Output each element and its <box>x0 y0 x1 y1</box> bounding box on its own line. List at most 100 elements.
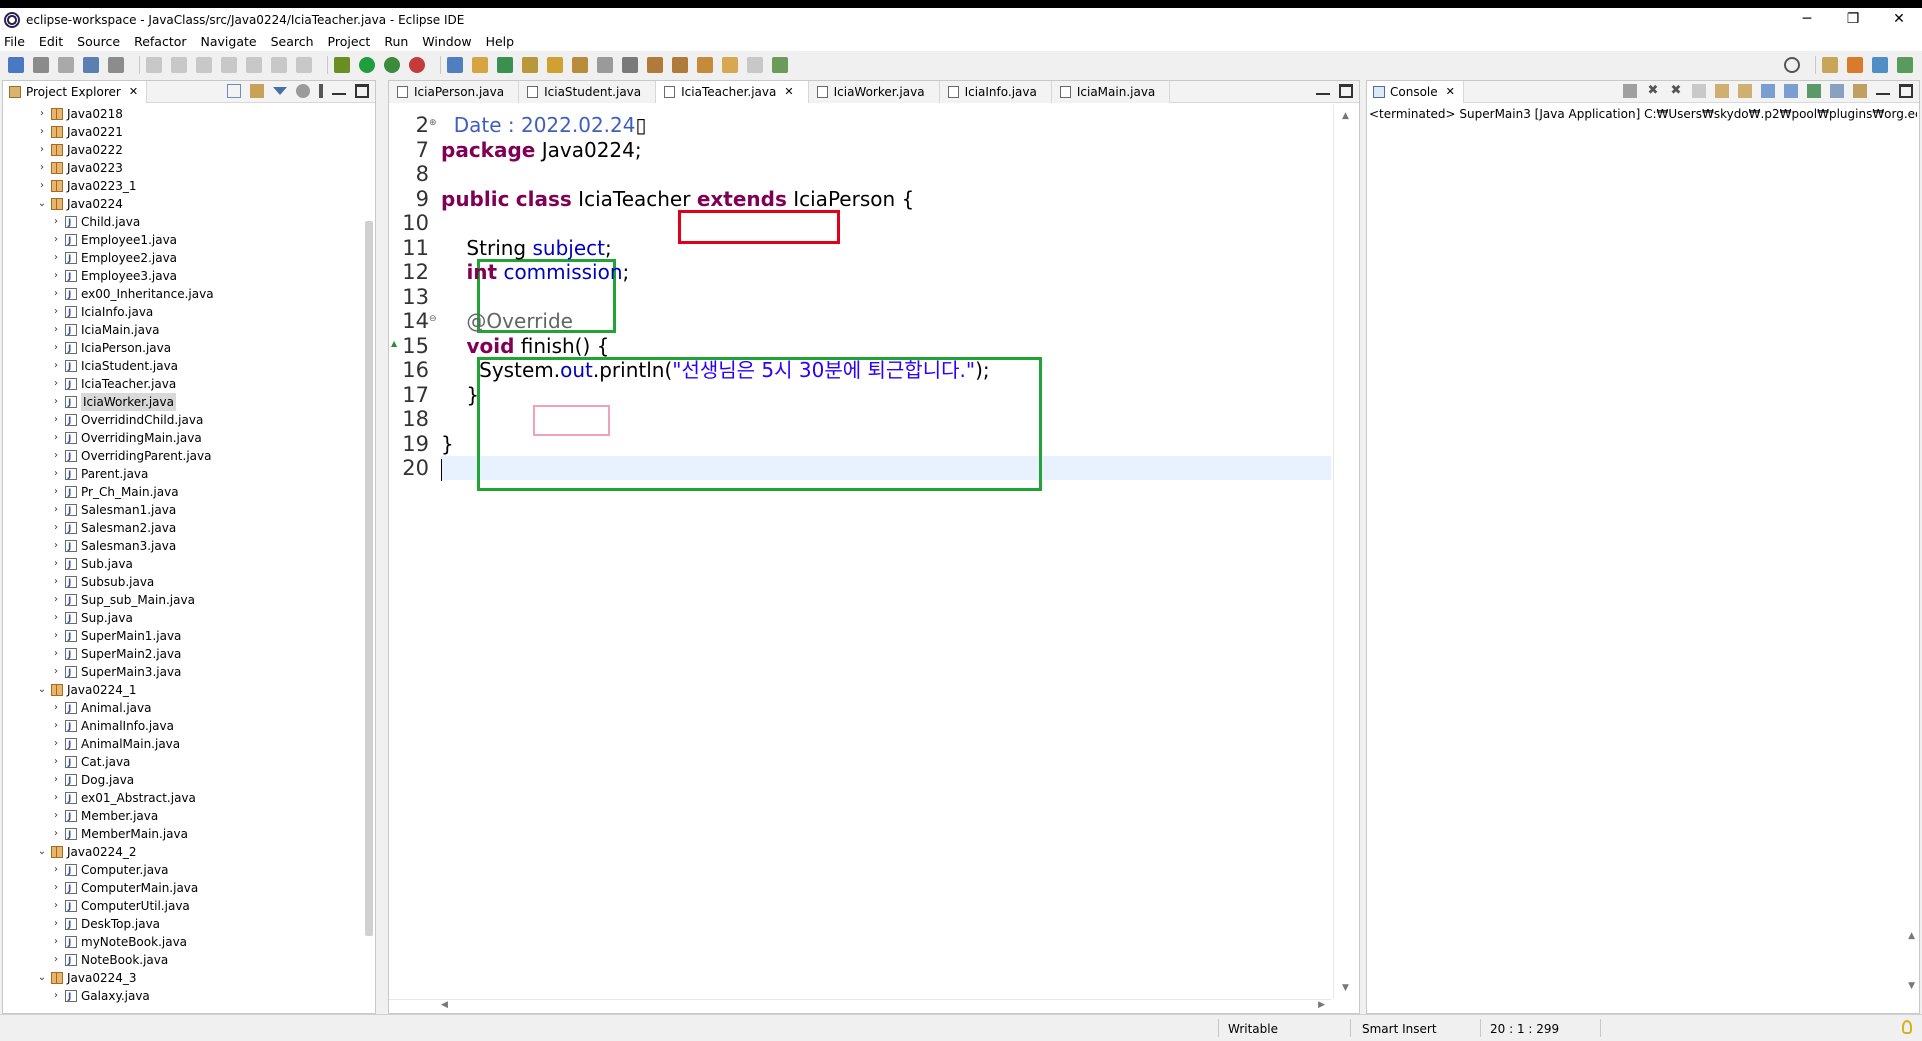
editor-tab[interactable]: IciaPerson.java <box>389 80 520 103</box>
tab-project-explorer[interactable]: Project Explorer ✕ <box>3 80 148 103</box>
chevron-right-icon[interactable]: › <box>51 771 61 789</box>
chevron-right-icon[interactable]: › <box>51 303 61 321</box>
menu-window[interactable]: Window <box>422 34 471 49</box>
show-on-output-icon[interactable] <box>1761 84 1775 98</box>
chevron-right-icon[interactable]: › <box>51 915 61 933</box>
chevron-right-icon[interactable]: › <box>51 231 61 249</box>
chevron-right-icon[interactable]: › <box>51 627 61 645</box>
pin-console-icon[interactable] <box>1807 84 1821 98</box>
expand-fold-icon[interactable]: ⊕ <box>429 109 437 137</box>
editor-tab[interactable]: IciaInfo.java <box>939 80 1052 103</box>
tree-file-item[interactable]: › Cat.java <box>3 753 361 772</box>
minimize-button[interactable]: ─ <box>1784 8 1830 31</box>
terminal-icon[interactable] <box>83 57 99 73</box>
tree-file-item[interactable]: › OverridingParent.java <box>3 447 361 466</box>
external-tools-icon[interactable] <box>409 57 425 73</box>
chevron-right-icon[interactable]: › <box>51 645 61 663</box>
tree-file-item[interactable]: › Employee1.java <box>3 231 361 250</box>
menu-help[interactable]: Help <box>486 34 515 49</box>
chevron-right-icon[interactable]: › <box>51 285 61 303</box>
toggle-mark-occurrences-icon[interactable] <box>572 57 588 73</box>
new-java-project-icon[interactable] <box>447 57 463 73</box>
editor-tab[interactable]: IciaTeacher.java ✕ <box>656 80 809 103</box>
chevron-right-icon[interactable]: › <box>51 267 61 285</box>
chevron-right-icon[interactable]: › <box>51 483 61 501</box>
tree-file-item[interactable]: › ComputerUtil.java <box>3 897 361 916</box>
chevron-right-icon[interactable]: › <box>51 825 61 843</box>
tree-file-item[interactable]: › Employee2.java <box>3 249 361 268</box>
tree-file-item[interactable]: › myNoteBook.java <box>3 933 361 952</box>
tree-package-item[interactable]: ⌄ Java0224 <box>3 195 361 213</box>
back-icon[interactable] <box>722 57 738 73</box>
tree-file-item[interactable]: › DeskTop.java <box>3 915 361 934</box>
remove-all-terminated-icon[interactable]: ✖ <box>1669 84 1683 98</box>
editor-tab[interactable]: IciaWorker.java <box>808 80 940 103</box>
tree-package-item[interactable]: ⌄ Java0224_1 <box>3 681 361 699</box>
tab-console[interactable]: Console ✕ <box>1367 80 1464 103</box>
open-console-icon[interactable] <box>1853 84 1867 98</box>
step-over-icon[interactable] <box>271 57 287 73</box>
tree-file-item[interactable]: › Sup.java <box>3 609 361 628</box>
chevron-down-icon[interactable]: ⌄ <box>37 681 47 699</box>
chevron-right-icon[interactable]: › <box>51 429 61 447</box>
search-tool-icon[interactable] <box>547 57 563 73</box>
scroll-up-icon[interactable]: ▲ <box>1908 931 1915 941</box>
maximize-icon[interactable] <box>355 84 369 98</box>
tree-file-item[interactable]: › IciaTeacher.java <box>3 375 361 394</box>
terminate-console-icon[interactable] <box>1623 84 1637 98</box>
chevron-right-icon[interactable]: › <box>51 519 61 537</box>
chevron-right-icon[interactable]: › <box>51 249 61 267</box>
tree-file-item[interactable]: › NoteBook.java <box>3 951 361 970</box>
menu-run[interactable]: Run <box>384 34 408 49</box>
chevron-right-icon[interactable]: › <box>51 933 61 951</box>
run-icon[interactable] <box>359 57 375 73</box>
scroll-down-icon[interactable]: ▼ <box>1908 981 1915 991</box>
chevron-right-icon[interactable]: › <box>51 357 61 375</box>
java-ee-perspective-icon[interactable] <box>1847 57 1863 73</box>
tree-package-item[interactable]: ⌄ Java0224_2 <box>3 843 361 861</box>
chevron-down-icon[interactable]: ⌄ <box>37 195 47 213</box>
menu-source[interactable]: Source <box>77 34 120 49</box>
editor-tab[interactable]: IciaStudent.java <box>519 80 657 103</box>
save-icon[interactable] <box>33 57 49 73</box>
tree-package-item[interactable]: › Java0223 <box>3 159 361 177</box>
tree-file-item[interactable]: › Galaxy.java <box>3 987 361 1006</box>
minimize-icon[interactable] <box>332 87 346 95</box>
tree-file-item[interactable]: › ex00_Inheritance.java <box>3 285 361 304</box>
chevron-right-icon[interactable]: › <box>51 339 61 357</box>
scroll-down-icon[interactable]: ▼ <box>1342 983 1349 993</box>
tree-file-item[interactable]: › Salesman2.java <box>3 519 361 538</box>
tree-file-item[interactable]: › Child.java <box>3 213 361 232</box>
collapse-fold-icon[interactable]: ⊖ <box>429 305 437 333</box>
menu-file[interactable]: File <box>4 34 25 49</box>
terminate-icon[interactable] <box>196 57 212 73</box>
chevron-right-icon[interactable]: › <box>51 393 61 411</box>
tree-package-item[interactable]: ⌄ Java0224_3 <box>3 969 361 987</box>
tree-file-item[interactable]: › AnimalInfo.java <box>3 717 361 736</box>
chevron-right-icon[interactable]: › <box>51 375 61 393</box>
scroll-up-icon[interactable]: ▲ <box>1342 111 1349 121</box>
tree-file-item[interactable]: › OverridindChild.java <box>3 411 361 430</box>
scroll-right-icon[interactable]: ▶ <box>1318 1000 1325 1010</box>
step-into-icon[interactable] <box>246 57 262 73</box>
show-whitespace-icon[interactable] <box>622 57 638 73</box>
next-annotation-icon[interactable] <box>647 57 663 73</box>
tree-file-item[interactable]: › MemberMain.java <box>3 825 361 844</box>
tree-file-item[interactable]: › Sup_sub_Main.java <box>3 591 361 610</box>
forward-icon[interactable] <box>747 57 763 73</box>
tree-file-item[interactable]: › ex01_Abstract.java <box>3 789 361 808</box>
view-menu-icon[interactable] <box>319 84 323 98</box>
maximize-button[interactable]: ❐ <box>1830 8 1876 31</box>
chevron-right-icon[interactable]: › <box>51 753 61 771</box>
tree-file-item[interactable]: › Animal.java <box>3 699 361 718</box>
filter-icon[interactable] <box>273 87 287 95</box>
menu-search[interactable]: Search <box>271 34 314 49</box>
lightbulb-icon[interactable] <box>1902 1020 1912 1034</box>
tree-file-item[interactable]: › Pr_Ch_Main.java <box>3 483 361 502</box>
minimize-icon[interactable] <box>1316 87 1330 95</box>
word-wrap-icon[interactable] <box>1738 84 1752 98</box>
tree-package-item[interactable]: › Java0221 <box>3 123 361 141</box>
chevron-right-icon[interactable]: › <box>37 177 47 195</box>
java-perspective-icon[interactable] <box>1872 57 1888 73</box>
previous-annotation-icon[interactable] <box>672 57 688 73</box>
